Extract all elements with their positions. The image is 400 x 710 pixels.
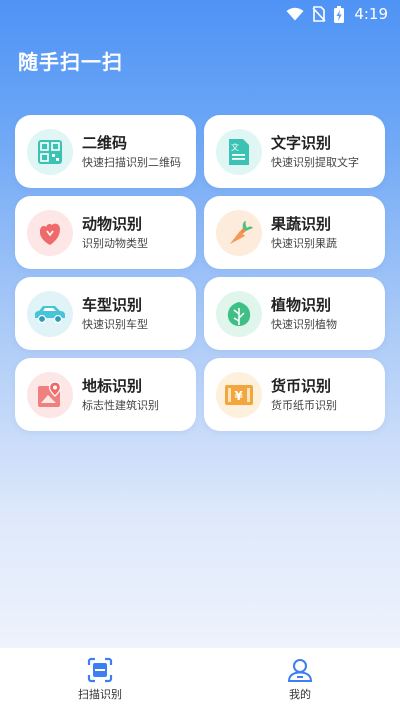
nav-label-profile: 我的 bbox=[289, 687, 311, 701]
leaf-icon bbox=[227, 301, 251, 326]
bottom-nav: 扫描识别 我的 bbox=[0, 648, 400, 710]
feature-subtitle: 快速扫描识别二维码 bbox=[82, 156, 181, 169]
feature-title: 动物识别 bbox=[82, 215, 143, 233]
landmark-map-icon bbox=[38, 380, 62, 407]
feature-subtitle: 货币纸币识别 bbox=[271, 399, 337, 412]
scan-frame-icon bbox=[87, 657, 113, 682]
user-profile-icon bbox=[287, 658, 313, 682]
feature-subtitle: 快速识别果蔬 bbox=[271, 237, 337, 250]
carrot-icon bbox=[230, 220, 253, 244]
banknote-icon: ¥ bbox=[225, 384, 253, 405]
feature-card-currency-recognition[interactable]: ¥ 货币识别 货币纸币识别 bbox=[204, 358, 385, 431]
feature-card-plant-recognition[interactable]: 植物识别 快速识别植物 bbox=[204, 277, 385, 350]
feature-title: 文字识别 bbox=[271, 134, 332, 152]
feature-grid: 二维码 快速扫描识别二维码 文 文字识别 快速识别提取文字 动物识别 识别动物类… bbox=[15, 115, 385, 431]
feature-card-fruit-veg-recognition[interactable]: 果蔬识别 快速识别果蔬 bbox=[204, 196, 385, 269]
feature-title: 果蔬识别 bbox=[271, 215, 332, 233]
feature-title: 二维码 bbox=[82, 134, 128, 152]
feature-subtitle: 快速识别车型 bbox=[82, 318, 148, 331]
feature-icon-bg bbox=[27, 209, 73, 256]
svg-text:文: 文 bbox=[231, 142, 239, 152]
feature-icon-bg bbox=[27, 290, 73, 337]
qr-code-icon bbox=[38, 139, 62, 164]
status-bar: 4:19 bbox=[0, 0, 400, 28]
feature-subtitle: 快速识别提取文字 bbox=[271, 156, 359, 169]
feature-card-animal-recognition[interactable]: 动物识别 识别动物类型 bbox=[15, 196, 196, 269]
nav-label-scan: 扫描识别 bbox=[78, 687, 122, 701]
app-title: 随手扫一扫 bbox=[18, 50, 123, 74]
feature-card-qr-code[interactable]: 二维码 快速扫描识别二维码 bbox=[15, 115, 196, 188]
no-sim-icon bbox=[312, 6, 326, 22]
car-icon bbox=[35, 305, 65, 323]
wifi-icon bbox=[286, 7, 304, 21]
feature-icon-bg bbox=[216, 209, 262, 256]
feature-icon-bg: ¥ bbox=[216, 371, 262, 418]
svg-text:¥: ¥ bbox=[235, 389, 244, 403]
feature-card-text-recognition[interactable]: 文 文字识别 快速识别提取文字 bbox=[204, 115, 385, 188]
nav-tab-profile[interactable]: 我的 bbox=[200, 648, 400, 710]
status-time: 4:19 bbox=[354, 5, 388, 23]
feature-title: 货币识别 bbox=[271, 377, 332, 395]
feature-subtitle: 标志性建筑识别 bbox=[82, 399, 159, 412]
feature-title: 车型识别 bbox=[82, 296, 143, 314]
feature-card-landmark-recognition[interactable]: 地标识别 标志性建筑识别 bbox=[15, 358, 196, 431]
feature-title: 地标识别 bbox=[82, 377, 143, 395]
feature-icon-bg bbox=[27, 128, 73, 175]
feature-icon-bg bbox=[216, 290, 262, 337]
feature-subtitle: 快速识别植物 bbox=[271, 318, 337, 331]
feature-icon-bg bbox=[27, 371, 73, 418]
text-document-icon: 文 bbox=[229, 138, 249, 165]
nav-tab-scan[interactable]: 扫描识别 bbox=[0, 648, 200, 710]
feature-icon-bg: 文 bbox=[216, 128, 262, 175]
feature-card-car-recognition[interactable]: 车型识别 快速识别车型 bbox=[15, 277, 196, 350]
animal-icon bbox=[39, 223, 60, 245]
battery-charging-icon bbox=[334, 5, 345, 23]
feature-subtitle: 识别动物类型 bbox=[82, 237, 148, 250]
feature-title: 植物识别 bbox=[271, 296, 332, 314]
